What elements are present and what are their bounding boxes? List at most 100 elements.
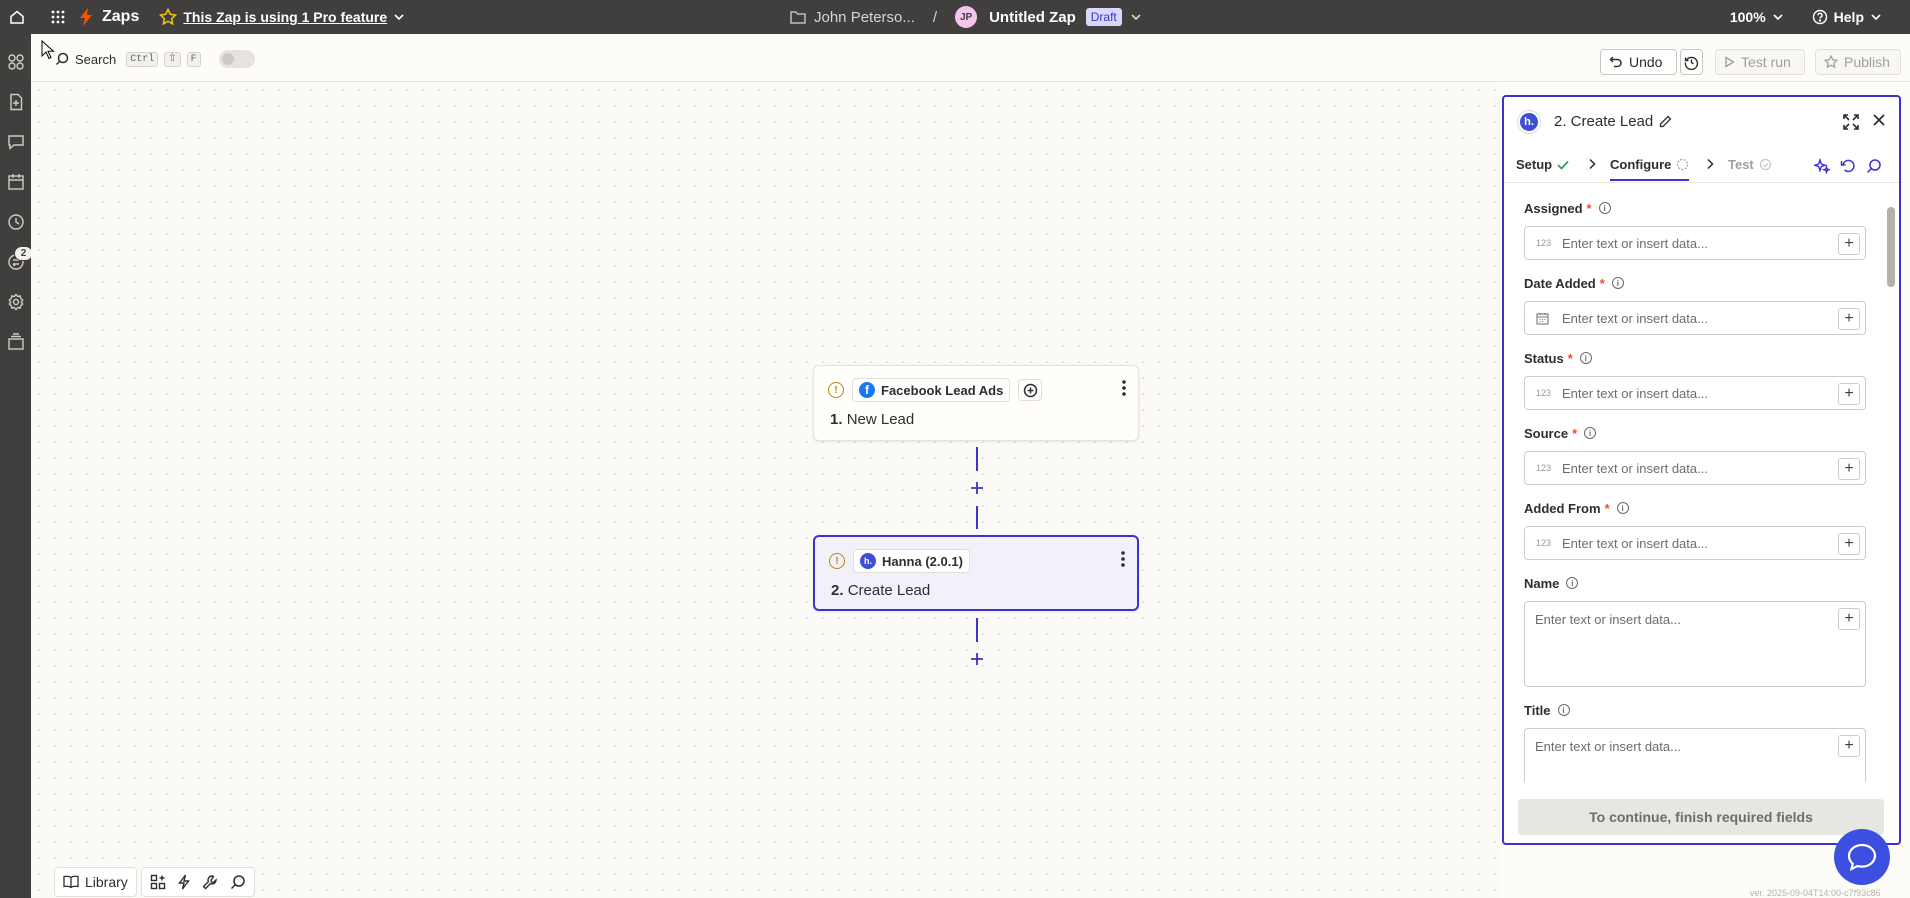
field-added-from: Added From * i 123 Enter text or insert da…	[1524, 500, 1866, 560]
chat-icon[interactable]	[7, 133, 25, 151]
step-card-action[interactable]: ! h. Hanna (2.0.1) 2. Create Lead	[813, 535, 1139, 611]
title-textarea[interactable]: Enter text or insert data... +	[1524, 728, 1866, 782]
tab-configure[interactable]: Configure	[1610, 157, 1690, 181]
settings-icon[interactable]	[7, 293, 25, 311]
panel-title[interactable]: 2. Create Lead	[1554, 113, 1653, 130]
chevron-down-icon[interactable]	[1772, 11, 1784, 23]
chevron-down-icon[interactable]	[1130, 11, 1142, 23]
publish-button[interactable]: Publish	[1815, 49, 1901, 75]
added-from-input[interactable]: 123 Enter text or insert data... +	[1524, 526, 1866, 560]
status-input[interactable]: 123 Enter text or insert data... +	[1524, 376, 1866, 410]
zap-name[interactable]: Untitled Zap	[989, 9, 1076, 26]
undo-button[interactable]: Undo	[1600, 49, 1677, 75]
scrollbar-thumb[interactable]	[1887, 207, 1895, 287]
search-button[interactable]: Search Ctrl ⇧ F	[55, 50, 255, 68]
apps-icon[interactable]	[7, 53, 25, 71]
input-placeholder: Enter text or insert data...	[1562, 460, 1708, 476]
input-placeholder: Enter text or insert data...	[1562, 310, 1708, 326]
step-config-panel: h. 2. Create Lead Setup Configure Test A…	[1502, 95, 1901, 845]
add-step-icon[interactable]	[969, 480, 985, 496]
bolt-icon[interactable]	[177, 874, 190, 890]
insert-data-button[interactable]: +	[1838, 735, 1860, 757]
canvas-toggle[interactable]	[218, 50, 255, 68]
search-icon[interactable]	[1866, 158, 1882, 174]
app-grid-icon[interactable]	[50, 9, 66, 25]
widgets-icon[interactable]	[150, 874, 166, 890]
workflow-canvas[interactable]: ! f Facebook Lead Ads 1. New Lead ! h. H…	[31, 82, 1501, 898]
info-icon[interactable]: i	[1616, 502, 1629, 514]
history-icon[interactable]	[7, 213, 25, 231]
insert-data-button[interactable]: +	[1838, 308, 1860, 330]
home-icon[interactable]	[0, 0, 34, 34]
owner-folder[interactable]: John Peterso...	[814, 9, 915, 26]
close-icon[interactable]	[1872, 113, 1886, 127]
info-icon[interactable]: i	[1566, 577, 1579, 589]
source-input[interactable]: 123 Enter text or insert data... +	[1524, 451, 1866, 485]
top-bar: Zaps This Zap is using 1 Pro feature Joh…	[0, 0, 1910, 34]
continue-button[interactable]: To continue, finish required fields	[1518, 799, 1884, 835]
avatar[interactable]: JP	[955, 6, 978, 28]
field-title: Title i Enter text or insert data... +	[1524, 702, 1866, 782]
star-icon	[1824, 55, 1838, 69]
connector-line	[976, 618, 978, 642]
date-added-input[interactable]: Enter text or insert data... +	[1524, 301, 1866, 335]
insert-data-button[interactable]: +	[1838, 233, 1860, 255]
panel-form: Assigned * i 123 Enter text or insert data…	[1504, 184, 1899, 782]
info-icon[interactable]: i	[1557, 704, 1570, 716]
tools-icon[interactable]	[202, 874, 218, 890]
info-icon[interactable]: i	[1611, 277, 1624, 289]
shortcut-key: ⇧	[164, 51, 181, 67]
chevron-down-icon[interactable]	[1870, 11, 1882, 23]
breadcrumb-separator: /	[932, 8, 938, 26]
library-button[interactable]: Library	[54, 867, 137, 897]
info-icon[interactable]: i	[1584, 427, 1597, 439]
tab-test[interactable]: Test	[1728, 157, 1772, 172]
test-run-button[interactable]: Test run	[1715, 49, 1805, 75]
expand-icon[interactable]	[1842, 113, 1860, 131]
input-placeholder: Enter text or insert data...	[1562, 235, 1708, 251]
ai-sparkle-icon[interactable]	[1814, 158, 1830, 174]
step-card-trigger[interactable]: ! f Facebook Lead Ads 1. New Lead	[813, 365, 1139, 441]
field-label: Added From	[1524, 500, 1601, 516]
tab-label: Setup	[1516, 157, 1553, 172]
info-icon[interactable]: i	[1598, 202, 1611, 214]
more-vertical-icon[interactable]	[1122, 380, 1126, 396]
app-name[interactable]: Zaps	[102, 8, 139, 26]
history-icon	[1684, 56, 1699, 70]
help-button[interactable]: Help	[1812, 9, 1864, 25]
app-name: Facebook Lead Ads	[881, 382, 1004, 398]
file-icon[interactable]	[7, 93, 25, 111]
test-run-label: Test run	[1741, 54, 1791, 70]
field-source: Source * i 123 Enter text or insert data..…	[1524, 425, 1866, 485]
assigned-input[interactable]: 123 Enter text or insert data... +	[1524, 226, 1866, 260]
layers-icon[interactable]	[7, 333, 25, 351]
more-vertical-icon[interactable]	[1121, 551, 1125, 567]
tab-setup[interactable]: Setup	[1516, 157, 1569, 172]
insert-data-button[interactable]: +	[1838, 383, 1860, 405]
zoom-level[interactable]: 100%	[1730, 9, 1766, 25]
pencil-icon[interactable]	[1659, 115, 1672, 128]
info-icon[interactable]: i	[1579, 352, 1592, 364]
name-textarea[interactable]: Enter text or insert data... +	[1524, 601, 1866, 687]
add-circle-icon[interactable]	[1018, 379, 1043, 401]
calendar-icon[interactable]	[7, 173, 25, 191]
chat-support-button[interactable]	[1834, 829, 1890, 885]
status-badge: Draft	[1085, 8, 1122, 26]
field-name: Name i Enter text or insert data... +	[1524, 575, 1866, 687]
field-assigned: Assigned * i 123 Enter text or insert data…	[1524, 200, 1866, 260]
step-name: New Lead	[846, 411, 915, 428]
insert-data-button[interactable]: +	[1838, 533, 1860, 555]
insert-data-button[interactable]: +	[1838, 608, 1860, 630]
editor-toolbar: Search Ctrl ⇧ F Undo Test run Publish	[31, 34, 1910, 82]
refresh-icon[interactable]	[1840, 158, 1856, 174]
number-type-icon: 123	[1536, 238, 1552, 248]
input-placeholder: Enter text or insert data...	[1562, 535, 1708, 551]
insert-data-button[interactable]: +	[1838, 458, 1860, 480]
field-label: Source	[1524, 425, 1569, 441]
search-icon[interactable]	[230, 874, 246, 890]
step-number: 2.	[831, 582, 844, 599]
add-step-icon[interactable]	[969, 651, 985, 667]
chevron-down-icon[interactable]	[393, 11, 405, 23]
pro-feature-link[interactable]: This Zap is using 1 Pro feature	[183, 9, 387, 25]
version-history-button[interactable]	[1680, 49, 1703, 75]
